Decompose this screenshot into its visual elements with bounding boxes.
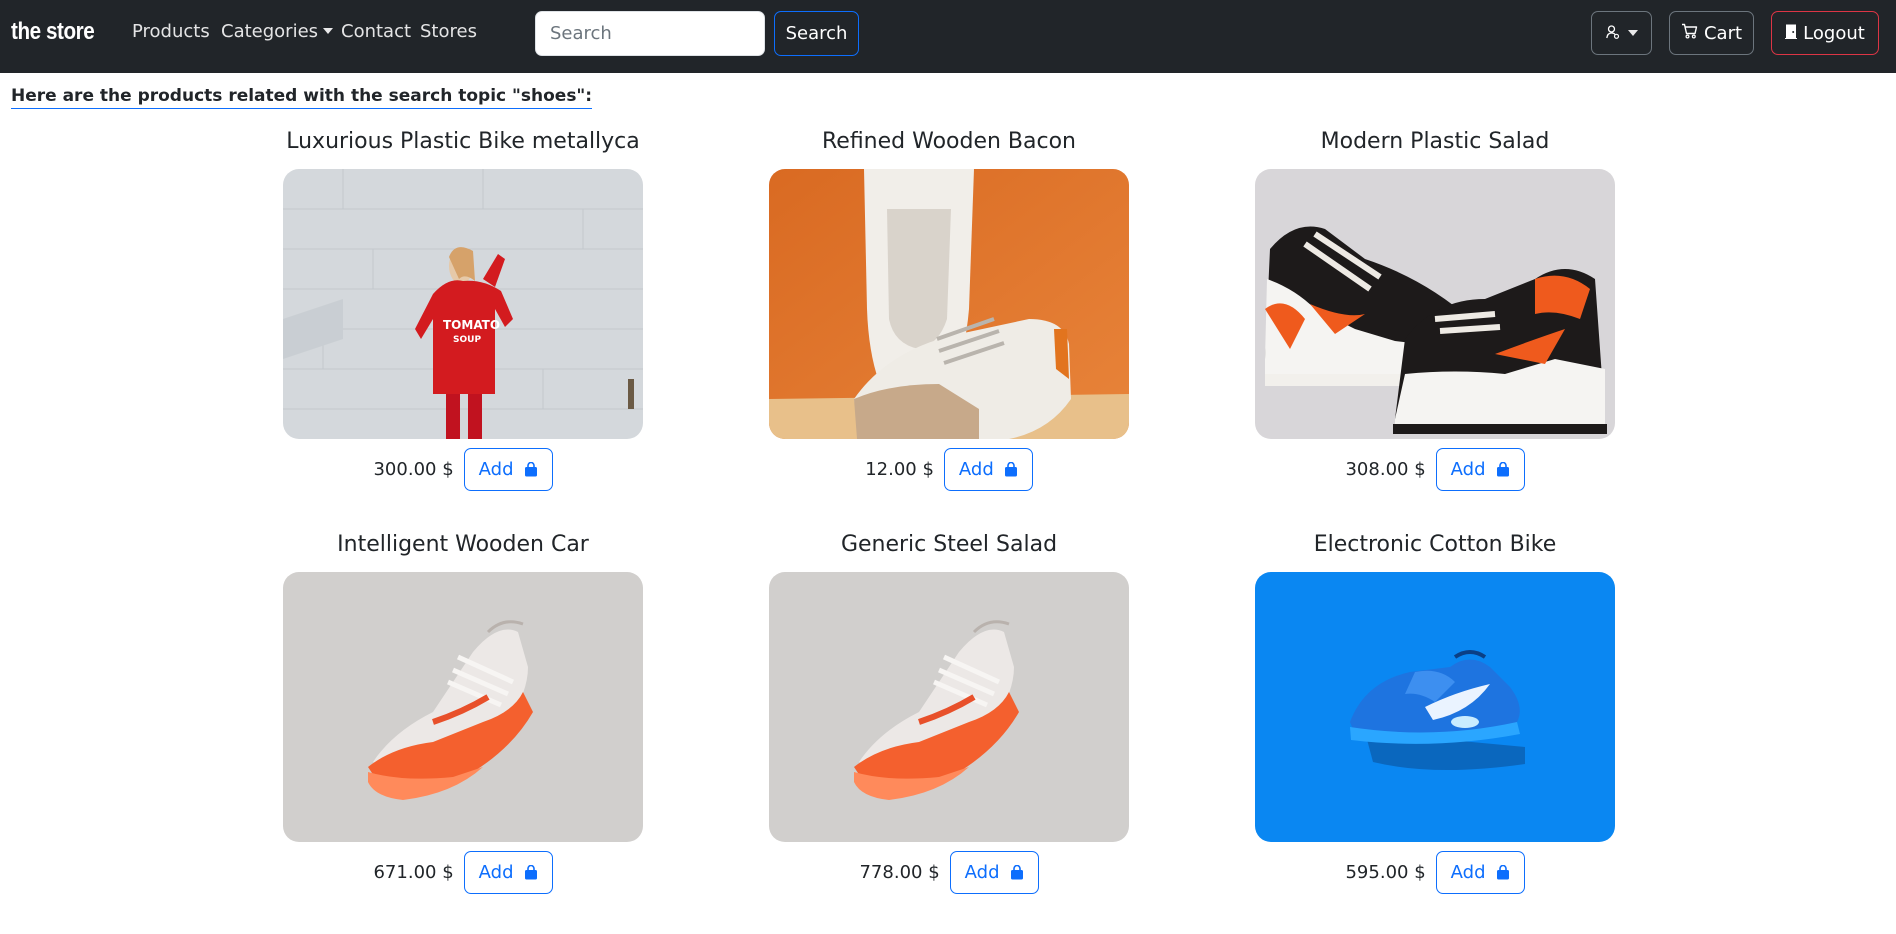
product-price: 671.00 $	[373, 862, 454, 883]
nav-link-products[interactable]: Products	[132, 21, 210, 42]
cart-label: Cart	[1703, 22, 1743, 44]
add-to-cart-button[interactable]: Add	[943, 448, 1033, 491]
add-button-label: Add	[478, 862, 514, 883]
add-to-cart-button[interactable]: Add	[949, 851, 1039, 894]
product-image[interactable]	[1255, 169, 1615, 439]
product-title: Refined Wooden Bacon	[821, 129, 1077, 154]
cart-icon	[1681, 23, 1698, 44]
brand-logo[interactable]: the store	[11, 18, 95, 46]
nav-link-contact[interactable]: Contact	[341, 21, 411, 42]
add-to-cart-button[interactable]: Add	[463, 851, 553, 894]
cart-button[interactable]: Cart	[1669, 11, 1754, 55]
product-price: 12.00 $	[865, 459, 934, 480]
nav-link-categories-label: Categories	[221, 21, 319, 42]
product-price: 300.00 $	[373, 459, 454, 480]
product-footer: 778.00 $ Add	[769, 851, 1129, 894]
shopping-bag-icon	[524, 462, 537, 477]
product-title: Generic Steel Salad	[840, 532, 1058, 557]
product-card: Generic Steel Salad 778.00 $ Add	[769, 530, 1129, 894]
shopping-bag-icon	[1496, 462, 1509, 477]
product-image[interactable]	[1255, 572, 1615, 842]
product-title: Luxurious Plastic Bike metallyca	[286, 129, 640, 154]
product-footer: 671.00 $ Add	[283, 851, 643, 894]
product-title: Electronic Cotton Bike	[1313, 532, 1557, 557]
add-button-label: Add	[1450, 459, 1486, 480]
blue-sneaker-blue-background-image	[1255, 572, 1615, 842]
svg-text:TOMATO: TOMATO	[443, 318, 500, 332]
chevron-down-icon	[323, 28, 334, 34]
product-footer: 12.00 $ Add	[769, 448, 1129, 491]
orange-running-shoe-image	[769, 572, 1129, 842]
nav-link-stores[interactable]: Stores	[420, 21, 477, 42]
user-menu-button[interactable]	[1591, 11, 1652, 55]
add-button-label: Add	[958, 459, 994, 480]
orange-black-high-top-sneakers-image	[1255, 169, 1615, 439]
shopping-bag-icon	[1004, 462, 1017, 477]
add-to-cart-button[interactable]: Add	[1435, 851, 1525, 894]
user-icon	[1605, 23, 1620, 44]
logout-label: Logout	[1803, 22, 1865, 44]
add-button-label: Add	[964, 862, 1000, 883]
product-card: Refined Wooden Bacon 12.00 $ Add	[769, 127, 1129, 491]
product-image[interactable]	[283, 572, 643, 842]
search-results-heading: Here are the products related with the s…	[11, 86, 593, 109]
product-card: Electronic Cotton Bike 595.00 $ Add	[1255, 530, 1615, 894]
add-button-label: Add	[478, 459, 514, 480]
nav-link-categories[interactable]: Categories	[221, 21, 334, 42]
product-image[interactable]	[769, 572, 1129, 842]
woman-red-sweater-image: TOMATO SOUP	[283, 169, 643, 439]
chevron-down-icon	[1627, 30, 1638, 36]
product-price: 595.00 $	[1345, 862, 1426, 883]
product-price: 778.00 $	[859, 862, 940, 883]
product-card: Luxurious Plastic Bike metallyca TOMATO …	[283, 127, 643, 491]
product-footer: 308.00 $ Add	[1255, 448, 1615, 491]
shopping-bag-icon	[524, 865, 537, 880]
add-button-label: Add	[1450, 862, 1486, 883]
product-footer: 595.00 $ Add	[1255, 851, 1615, 894]
add-to-cart-button[interactable]: Add	[1435, 448, 1525, 491]
product-image[interactable]	[769, 169, 1129, 439]
shopping-bag-icon	[1496, 865, 1509, 880]
door-icon	[1785, 23, 1798, 44]
search-button[interactable]: Search	[774, 11, 859, 56]
product-footer: 300.00 $ Add	[283, 448, 643, 491]
svg-text:SOUP: SOUP	[453, 335, 481, 345]
product-price: 308.00 $	[1345, 459, 1426, 480]
product-title: Intelligent Wooden Car	[337, 532, 589, 557]
product-card: Modern Plastic Salad 308.00 $ Add	[1255, 127, 1615, 491]
product-image[interactable]: TOMATO SOUP	[283, 169, 643, 439]
white-sneakers-orange-background-image	[769, 169, 1129, 439]
navbar: the store Products Categories Contact St…	[0, 0, 1896, 73]
search-input[interactable]	[535, 11, 765, 56]
add-to-cart-button[interactable]: Add	[463, 448, 553, 491]
shopping-bag-icon	[1010, 865, 1023, 880]
orange-running-shoe-image	[283, 572, 643, 842]
logout-button[interactable]: Logout	[1771, 11, 1879, 55]
product-card: Intelligent Wooden Car 671.00 $ Add	[283, 530, 643, 894]
product-title: Modern Plastic Salad	[1320, 129, 1550, 154]
